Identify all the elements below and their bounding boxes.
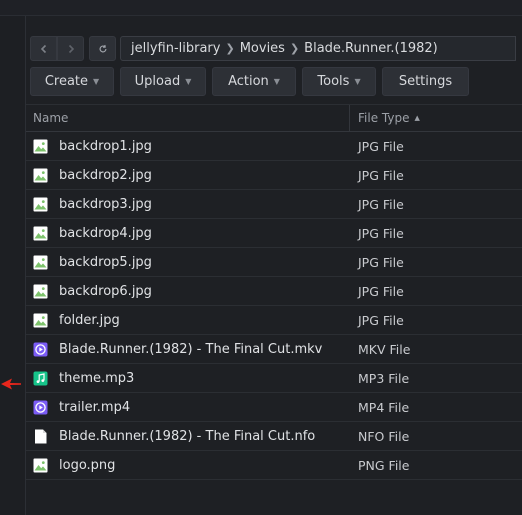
file-name-cell[interactable]: backdrop4.jpg — [26, 226, 350, 241]
table-header: Name File Type ▲ — [26, 104, 522, 132]
file-type-cell: JPG File — [358, 283, 404, 299]
audio-icon — [33, 371, 48, 386]
left-gutter — [0, 16, 25, 515]
forward-button[interactable] — [57, 36, 84, 61]
column-header-file-type[interactable]: File Type ▲ — [350, 105, 522, 131]
image-icon — [33, 226, 48, 241]
file-type-cell: MKV File — [358, 341, 411, 357]
column-header-file-type-label: File Type — [358, 111, 410, 125]
back-button[interactable] — [30, 36, 57, 61]
file-name-cell[interactable]: backdrop1.jpg — [26, 139, 350, 154]
table-row[interactable]: backdrop4.jpg JPG File — [26, 219, 522, 248]
settings-button[interactable]: Settings — [382, 67, 469, 96]
table-row[interactable]: trailer.mp4 MP4 File — [26, 393, 522, 422]
create-button[interactable]: Create ▼ — [30, 67, 114, 96]
table-row[interactable]: logo.png PNG File — [26, 451, 522, 480]
file-type-cell: MP4 File — [358, 399, 410, 415]
chevron-right-icon — [68, 44, 74, 53]
file-name-cell[interactable]: trailer.mp4 — [26, 400, 350, 415]
file-name-cell[interactable]: folder.jpg — [26, 313, 350, 328]
table-row[interactable]: backdrop2.jpg JPG File — [26, 161, 522, 190]
caret-down-icon: ▼ — [93, 77, 100, 86]
file-name-label: logo.png — [59, 457, 116, 473]
caret-down-icon: ▼ — [354, 77, 361, 86]
navigation-toolbar: jellyfin-library ❯ Movies ❯ Blade.Runner… — [30, 36, 516, 61]
file-name-cell[interactable]: theme.mp3 — [26, 371, 350, 386]
action-button[interactable]: Action ▼ — [212, 67, 296, 96]
refresh-icon — [99, 44, 106, 52]
file-name-label: backdrop5.jpg — [59, 254, 152, 270]
breadcrumb: jellyfin-library ❯ Movies ❯ Blade.Runner… — [120, 36, 516, 61]
tools-button[interactable]: Tools ▼ — [302, 67, 376, 96]
file-name-cell[interactable]: backdrop5.jpg — [26, 255, 350, 270]
file-type-cell: JPG File — [358, 254, 404, 270]
chevron-left-icon — [40, 44, 46, 53]
file-name-label: backdrop6.jpg — [59, 283, 152, 299]
breadcrumb-item-current[interactable]: Blade.Runner.(1982) — [304, 41, 438, 56]
table-row[interactable]: backdrop5.jpg JPG File — [26, 248, 522, 277]
create-button-label: Create — [44, 74, 89, 89]
image-icon — [33, 197, 48, 212]
file-name-label: Blade.Runner.(1982) - The Final Cut.nfo — [59, 428, 316, 444]
action-toolbar: Create ▼ Upload ▼ Action ▼ Tools ▼ Settings — [30, 67, 475, 96]
file-name-cell[interactable]: backdrop2.jpg — [26, 168, 350, 183]
file-name-label: Blade.Runner.(1982) - The Final Cut.mkv — [59, 341, 323, 357]
tools-button-label: Tools — [317, 74, 350, 89]
refresh-button[interactable] — [89, 36, 116, 61]
breadcrumb-separator-icon: ❯ — [225, 42, 235, 55]
image-icon — [33, 139, 48, 154]
file-name-cell[interactable]: Blade.Runner.(1982) - The Final Cut.mkv — [26, 342, 350, 357]
image-icon — [33, 458, 48, 473]
caret-down-icon: ▼ — [273, 77, 280, 86]
file-type-cell: NFO File — [358, 428, 410, 444]
sort-ascending-icon: ▲ — [414, 114, 420, 122]
file-type-cell: JPG File — [358, 196, 404, 212]
file-type-cell: JPG File — [358, 138, 404, 154]
file-name-label: backdrop2.jpg — [59, 167, 152, 183]
file-type-cell: JPG File — [358, 225, 404, 241]
upload-button[interactable]: Upload ▼ — [120, 67, 206, 96]
file-name-cell[interactable]: backdrop3.jpg — [26, 197, 350, 212]
table-row[interactable]: backdrop1.jpg JPG File — [26, 132, 522, 161]
table-row[interactable]: Blade.Runner.(1982) - The Final Cut.mkv M… — [26, 335, 522, 364]
table-row[interactable]: backdrop6.jpg JPG File — [26, 277, 522, 306]
column-header-name-label: Name — [33, 111, 69, 125]
file-type-cell: PNG File — [358, 457, 410, 473]
image-icon — [33, 255, 48, 270]
table-body: backdrop1.jpg JPG File backdrop2.jpg JPG Fi… — [26, 132, 522, 480]
file-name-label: backdrop3.jpg — [59, 196, 152, 212]
red-arrow-pointer-icon — [1, 378, 21, 390]
caret-down-icon: ▼ — [185, 77, 192, 86]
video-icon — [33, 342, 48, 357]
breadcrumb-separator-icon: ❯ — [289, 42, 300, 55]
action-button-label: Action — [228, 74, 269, 89]
upload-button-label: Upload — [134, 74, 181, 89]
window-top-bar — [0, 0, 522, 16]
breadcrumb-item-movies[interactable]: Movies — [240, 41, 285, 56]
file-name-label: theme.mp3 — [59, 370, 135, 386]
file-name-label: trailer.mp4 — [59, 399, 131, 415]
table-row[interactable]: Blade.Runner.(1982) - The Final Cut.nfo N… — [26, 422, 522, 451]
file-name-label: backdrop1.jpg — [59, 138, 152, 154]
file-name-cell[interactable]: backdrop6.jpg — [26, 284, 350, 299]
image-icon — [33, 284, 48, 299]
file-name-cell[interactable]: logo.png — [26, 458, 350, 473]
document-icon — [33, 429, 48, 444]
video-icon — [33, 400, 48, 415]
image-icon — [33, 168, 48, 183]
table-row[interactable]: folder.jpg JPG File — [26, 306, 522, 335]
column-header-name[interactable]: Name — [26, 105, 350, 131]
file-type-cell: MP3 File — [358, 370, 410, 386]
file-type-cell: JPG File — [358, 312, 404, 328]
file-type-cell: JPG File — [358, 167, 404, 183]
table-row[interactable]: backdrop3.jpg JPG File — [26, 190, 522, 219]
file-name-label: backdrop4.jpg — [59, 225, 152, 241]
file-table: Name File Type ▲ backdrop1.jpg JPG File bac… — [26, 104, 522, 480]
file-name-label: folder.jpg — [59, 312, 120, 328]
file-name-cell[interactable]: Blade.Runner.(1982) - The Final Cut.nfo — [26, 429, 350, 444]
settings-button-label: Settings — [398, 74, 453, 89]
breadcrumb-item-library[interactable]: jellyfin-library — [131, 41, 220, 56]
table-row[interactable]: theme.mp3 MP3 File — [26, 364, 522, 393]
image-icon — [33, 313, 48, 328]
